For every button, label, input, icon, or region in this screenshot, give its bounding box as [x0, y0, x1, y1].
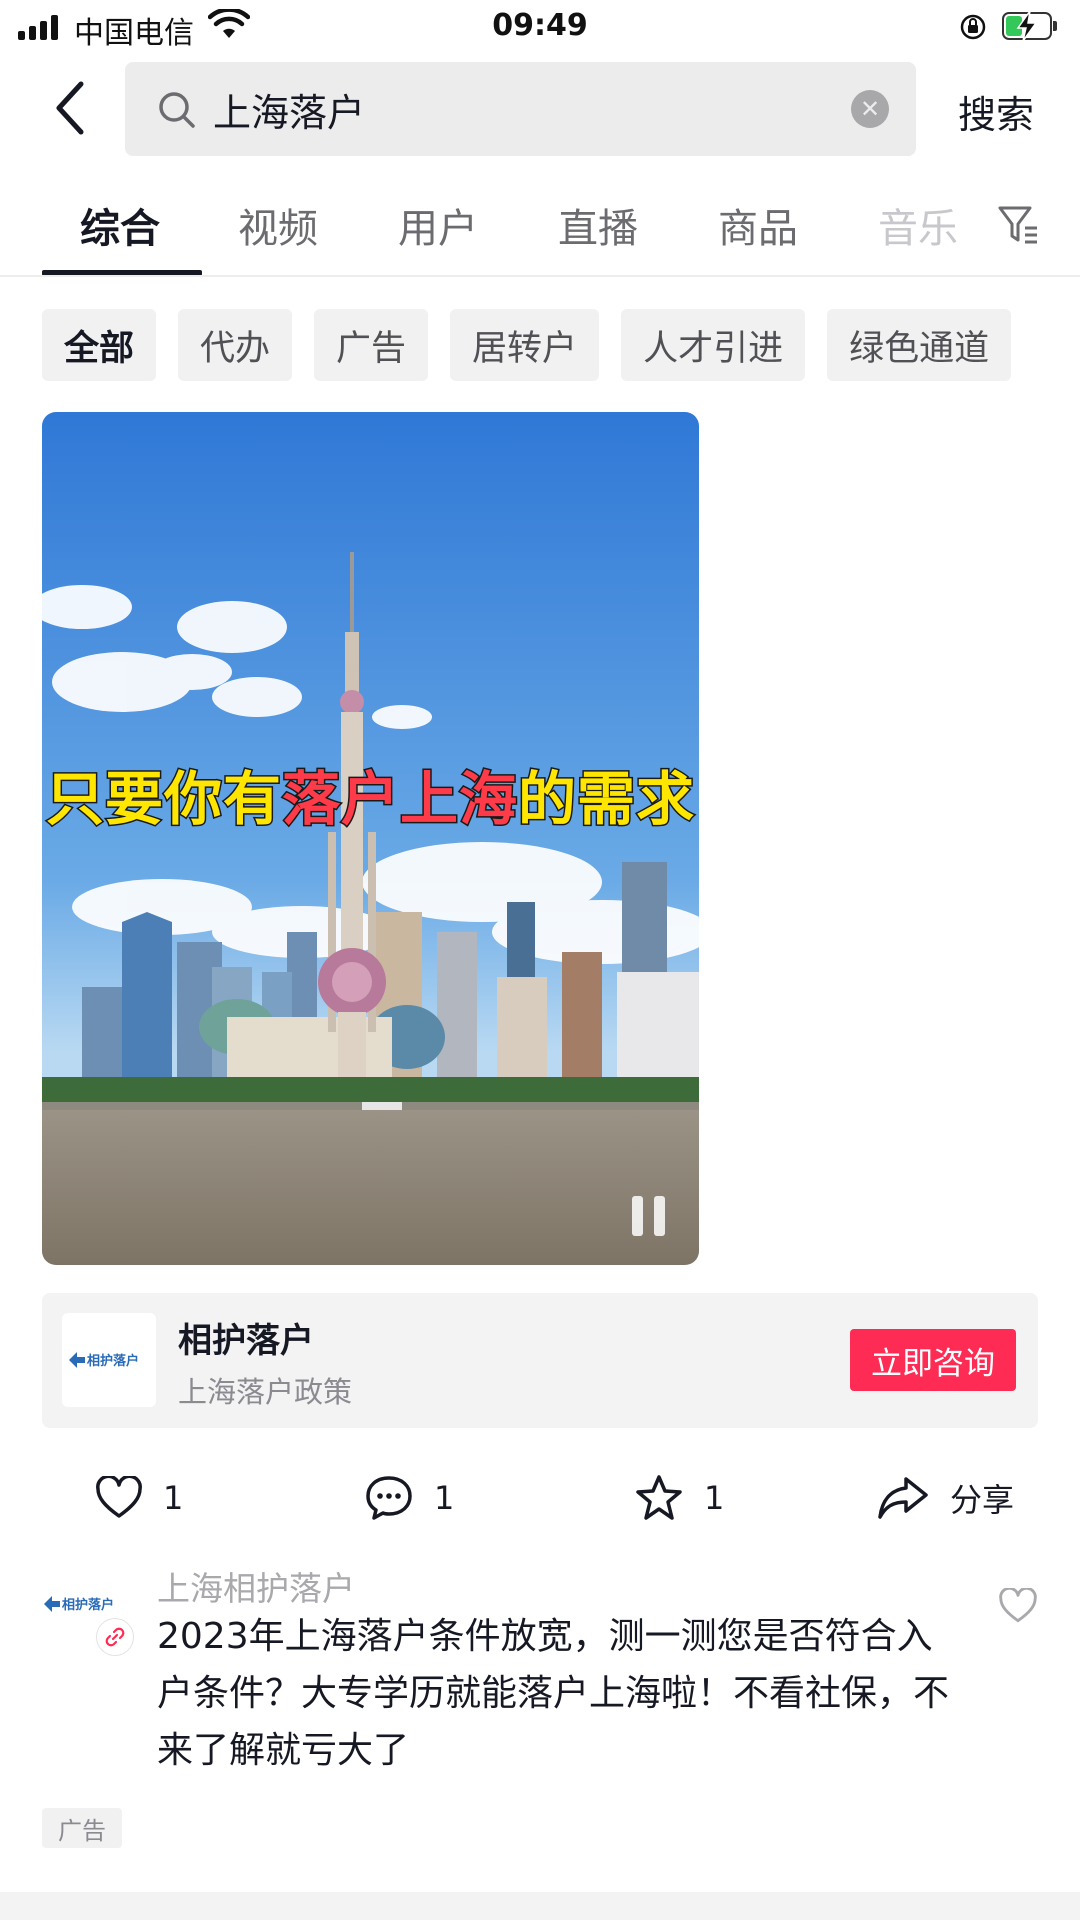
- consult-now-button[interactable]: 立即咨询: [850, 1329, 1016, 1391]
- ad-label-badge: 广告: [42, 1808, 122, 1848]
- section-divider: [0, 1892, 1080, 1920]
- link-badge-icon: [96, 1618, 134, 1656]
- advertiser-subtitle: 上海落户政策: [178, 1375, 353, 1409]
- chip-ads[interactable]: 广告: [314, 309, 429, 381]
- battery-icon: [1002, 10, 1058, 42]
- back-button[interactable]: [44, 78, 94, 138]
- like-count: 1: [163, 1479, 184, 1517]
- caption-part-2: 落户上海: [280, 764, 518, 835]
- chevron-left-icon: [56, 81, 84, 135]
- chip-all[interactable]: 全部: [42, 309, 157, 381]
- post-like-button[interactable]: [998, 1586, 1038, 1628]
- search-button[interactable]: 搜索: [958, 84, 1034, 139]
- advertiser-logo: 相护落户: [62, 1313, 156, 1407]
- advertiser-name: 相护落户: [178, 1321, 314, 1361]
- orientation-lock-icon: [958, 12, 988, 46]
- caption-part-3: 的需求: [516, 764, 696, 835]
- status-time: 09:49: [492, 8, 588, 43]
- favorite-button[interactable]: 1: [634, 1468, 724, 1528]
- ad-card[interactable]: 相护落户 相护落户 上海落户政策 立即咨询: [42, 1293, 1038, 1428]
- result-tabs: 综合 视频 用户 直播 商品 音乐: [42, 196, 1002, 276]
- svg-text:相护落户: 相护落户: [62, 1597, 114, 1613]
- chip-talent-introduction[interactable]: 人才引进: [621, 309, 806, 381]
- shanghai-skyline-image: [42, 412, 699, 1265]
- tab-users[interactable]: 用户: [398, 196, 478, 254]
- chip-agency[interactable]: 代办: [178, 309, 293, 381]
- video-caption: 只要你有落户上海的需求: [42, 752, 699, 836]
- svg-text:相护落户: 相护落户: [87, 1353, 139, 1369]
- chip-green-channel[interactable]: 绿色通道: [827, 309, 1012, 381]
- search-box[interactable]: ✕: [125, 62, 916, 156]
- post-text: 2023年上海落户条件放宽，测一测您是否符合入户条件？大专学历就能落户上海啦！不…: [157, 1616, 950, 1771]
- video-thumbnail[interactable]: 只要你有落户上海的需求: [42, 412, 699, 1265]
- comment-icon: [366, 1476, 412, 1520]
- close-icon: ✕: [859, 95, 881, 123]
- clear-search-button[interactable]: ✕: [851, 90, 889, 128]
- pause-icon[interactable]: [632, 1196, 666, 1236]
- header-divider: [0, 275, 1080, 277]
- search-icon: [159, 92, 195, 128]
- tab-comprehensive[interactable]: 综合: [80, 196, 160, 254]
- like-button[interactable]: 1: [95, 1468, 183, 1528]
- search-input[interactable]: [213, 76, 813, 142]
- tab-videos[interactable]: 视频: [238, 196, 318, 254]
- favorite-count: 1: [704, 1479, 725, 1517]
- tab-live[interactable]: 直播: [558, 196, 638, 254]
- comment-count: 1: [434, 1479, 455, 1517]
- comment-button[interactable]: 1: [364, 1468, 454, 1528]
- filter-chips: 全部 代办 广告 居转户 人才引进 绿色通道: [42, 309, 1012, 381]
- status-bar: 中国电信 09:49: [0, 0, 1080, 54]
- filter-icon[interactable]: [997, 204, 1041, 250]
- share-button[interactable]: 分享: [876, 1468, 1014, 1528]
- heart-icon: [999, 1586, 1037, 1623]
- share-label: 分享: [950, 1481, 1015, 1519]
- tab-products[interactable]: 商品: [718, 196, 798, 254]
- caption-part-1: 只要你有: [44, 764, 282, 835]
- tab-music[interactable]: 音乐: [878, 196, 958, 254]
- post-author[interactable]: 上海相护落户: [157, 1562, 355, 1610]
- share-icon: [878, 1477, 928, 1519]
- heart-icon: [96, 1476, 142, 1518]
- star-icon: [636, 1475, 682, 1520]
- chip-residence-transfer[interactable]: 居转户: [450, 309, 600, 381]
